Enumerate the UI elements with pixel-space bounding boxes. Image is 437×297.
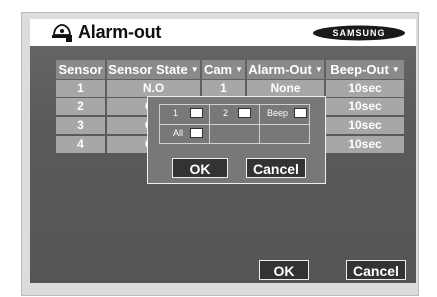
column-header-label: Alarm-Out [248, 62, 312, 77]
beep-out-cell[interactable]: 10sec [326, 98, 404, 115]
sensor-state-cell[interactable]: N.O [107, 80, 200, 97]
option-1-checkbox[interactable] [190, 108, 203, 118]
popup-cancel-button[interactable]: Cancel [246, 158, 306, 178]
column-header-label: Cam [203, 62, 233, 77]
option-beep-checkbox[interactable] [294, 108, 307, 118]
column-header-alarm-out[interactable]: Alarm-Out ▼ [247, 60, 324, 79]
column-header-label: Beep-Out [330, 62, 389, 77]
beep-out-cell[interactable]: 10sec [326, 80, 404, 97]
ok-button[interactable]: OK [259, 260, 309, 280]
alarm-out-cell[interactable]: None [247, 80, 324, 97]
column-header-cam[interactable]: Cam ▼ [202, 60, 245, 79]
option-2-checkbox[interactable] [238, 108, 251, 118]
chevron-down-icon: ▼ [190, 65, 199, 74]
chevron-down-icon: ▼ [235, 65, 244, 74]
sensor-number: 4 [56, 136, 105, 153]
grid-divider [160, 124, 309, 125]
option-2-label: 2 [223, 108, 229, 118]
alarm-out-options-grid: 1 2 Beep All [159, 104, 310, 144]
alarm-out-select-dialog: 1 2 Beep All OK Cancel [147, 96, 326, 184]
column-header-sensor: Sensor [56, 60, 105, 79]
chevron-down-icon: ▼ [314, 65, 323, 74]
option-1-label: 1 [173, 108, 179, 118]
cancel-button[interactable]: Cancel [346, 260, 406, 280]
option-all-label: All [173, 128, 184, 138]
popup-ok-button[interactable]: OK [172, 158, 228, 178]
cam-cell[interactable]: 1 [202, 80, 245, 97]
beep-out-cell[interactable]: 10sec [326, 136, 404, 153]
title-bar: Alarm-out SAMSUNG [30, 19, 416, 46]
option-all-checkbox[interactable] [190, 128, 203, 138]
chevron-down-icon: ▼ [391, 65, 400, 74]
option-beep-label: Beep [267, 108, 289, 118]
alarm-siren-icon [52, 24, 72, 42]
page-title: Alarm-out [78, 22, 162, 42]
column-header-label: Sensor State [108, 62, 188, 77]
beep-out-cell[interactable]: 10sec [326, 117, 404, 134]
brand-name: SAMSUNG [332, 28, 386, 38]
sensor-number: 2 [56, 98, 105, 115]
sensor-number: 3 [56, 117, 105, 134]
sensor-number: 1 [56, 80, 105, 97]
column-header-sensor-state[interactable]: Sensor State ▼ [107, 60, 200, 79]
column-header-beep-out[interactable]: Beep-Out ▼ [326, 60, 404, 79]
column-header-label: Sensor [58, 62, 103, 77]
